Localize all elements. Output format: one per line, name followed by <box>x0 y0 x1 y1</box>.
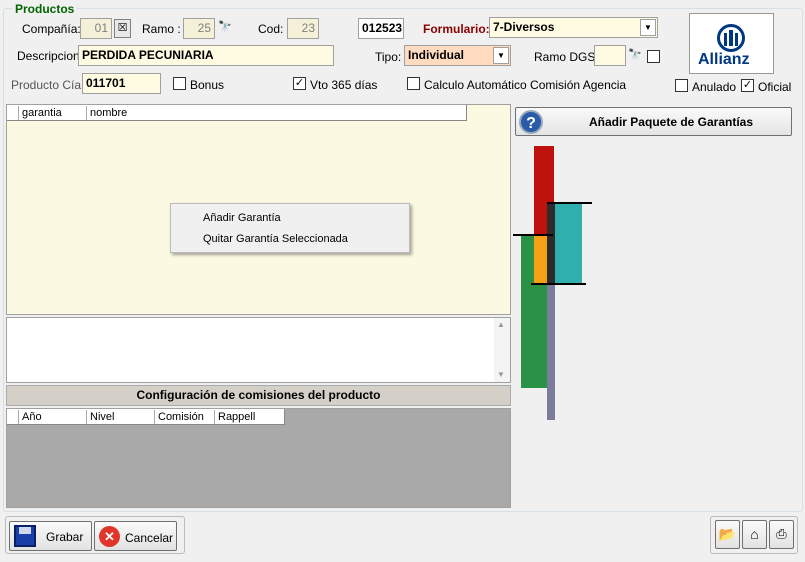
oficial-checkbox[interactable]: ✓ <box>741 79 754 92</box>
menu-item-add-garantia[interactable]: Añadir Garantía <box>203 212 281 224</box>
compania-search-icon[interactable]: ☒ <box>114 19 131 38</box>
ramo-dgs-binoculars-icon[interactable]: 🔭 <box>628 48 642 61</box>
col-nombre[interactable]: nombre <box>86 106 466 120</box>
allianz-emblem-icon <box>717 24 745 52</box>
open-folder-button[interactable]: 📂 <box>715 520 740 549</box>
descripcion-field[interactable]: PERDIDA PECUNIARIA <box>78 45 334 66</box>
bonus-checkbox[interactable] <box>173 77 186 90</box>
folder-icon: 📂 <box>718 526 737 542</box>
tipo-value: Individual <box>408 48 465 62</box>
allianz-logo: Allianz <box>689 13 774 74</box>
ramo-label: Ramo : <box>142 22 181 36</box>
col-comision[interactable]: Comisión <box>154 410 214 424</box>
compania-label: Compañía: <box>22 22 81 36</box>
ramo-dgs-label: Ramo DGS: <box>534 50 599 64</box>
col-ano[interactable]: Año <box>18 410 88 424</box>
tipo-select[interactable]: Individual ▼ <box>404 45 511 66</box>
cancelar-label: Cancelar <box>125 531 174 545</box>
ramo-binoculars-icon[interactable]: 🔭 <box>218 20 232 33</box>
anulado-checkbox[interactable] <box>675 79 688 92</box>
oficial-label: Oficial <box>758 80 792 94</box>
comisiones-header: Año Nivel Comisión Rappell <box>7 409 285 425</box>
calculo-checkbox[interactable] <box>407 77 420 90</box>
anulado-label: Anulado <box>692 80 737 94</box>
compania-field[interactable]: 01 <box>80 18 112 39</box>
scroll-down-icon[interactable]: ▼ <box>497 370 505 379</box>
deco-line-mid <box>513 234 553 236</box>
ramo-dgs-field[interactable] <box>594 45 626 66</box>
deco-line-top <box>547 202 592 204</box>
logo-text: Allianz <box>698 51 750 68</box>
grabar-button[interactable]: Grabar <box>9 521 92 551</box>
notes-textarea[interactable]: ▲ ▼ <box>6 317 511 383</box>
deco-teal-bar <box>555 204 582 283</box>
col-nivel[interactable]: Nivel <box>86 410 154 424</box>
cancel-x-icon: ✕ <box>99 526 120 547</box>
col-garantia[interactable]: garantia <box>18 106 88 120</box>
deco-orange-bar <box>534 236 547 283</box>
notes-scrollbar[interactable]: ▲ ▼ <box>494 318 510 382</box>
tipo-label: Tipo: <box>375 50 402 64</box>
floppy-save-icon <box>14 525 36 547</box>
formulario-label: Formulario: <box>423 22 490 36</box>
formulario-value: 7-Diversos <box>493 20 555 34</box>
cod-label: Cod: <box>258 22 284 36</box>
help-icon[interactable]: ? <box>519 110 543 134</box>
deco-line-bottom <box>531 283 586 285</box>
context-menu: Añadir Garantía Quitar Garantía Seleccio… <box>170 203 410 253</box>
garantias-header: garantia nombre <box>7 105 467 121</box>
ramo-field[interactable]: 25 <box>183 18 215 39</box>
code-box: 012523 <box>358 18 404 39</box>
grabar-label: Grabar <box>46 530 84 544</box>
chevron-down-icon[interactable]: ▼ <box>640 19 656 36</box>
printer-icon: ⎙ <box>776 526 787 541</box>
producto-cia-field[interactable]: 011701 <box>82 73 161 94</box>
print-button[interactable]: ⎙ <box>769 520 794 549</box>
group-title: Productos <box>12 2 78 16</box>
descripcion-label: Descripcion <box>17 49 80 63</box>
scroll-up-icon[interactable]: ▲ <box>497 320 505 329</box>
vto-checkbox[interactable]: ✓ <box>293 77 306 90</box>
bonus-label: Bonus <box>190 78 225 92</box>
add-package-button[interactable]: ? Añadir Paquete de Garantías <box>515 107 792 136</box>
comisiones-title: Configuración de comisiones del producto <box>6 385 511 406</box>
home-icon: ⌂ <box>750 526 759 542</box>
add-package-label: Añadir Paquete de Garantías <box>588 115 754 129</box>
cod-field[interactable]: 23 <box>287 18 319 39</box>
vto-label: Vto 365 días <box>310 78 378 92</box>
cancelar-button[interactable]: ✕ Cancelar <box>94 521 177 551</box>
producto-cia-label: Producto Cía: <box>11 78 85 92</box>
formulario-select[interactable]: 7-Diversos ▼ <box>489 17 658 38</box>
col-rappell[interactable]: Rappell <box>214 410 284 424</box>
menu-item-remove-garantia[interactable]: Quitar Garantía Seleccionada <box>203 233 348 245</box>
chevron-down-icon[interactable]: ▼ <box>493 47 509 64</box>
deco-dark-bar <box>547 204 555 283</box>
ramo-dgs-checkbox[interactable] <box>647 50 660 63</box>
home-button[interactable]: ⌂ <box>742 520 767 549</box>
calculo-label: Calculo Automático Comisión Agencia <box>424 78 627 92</box>
